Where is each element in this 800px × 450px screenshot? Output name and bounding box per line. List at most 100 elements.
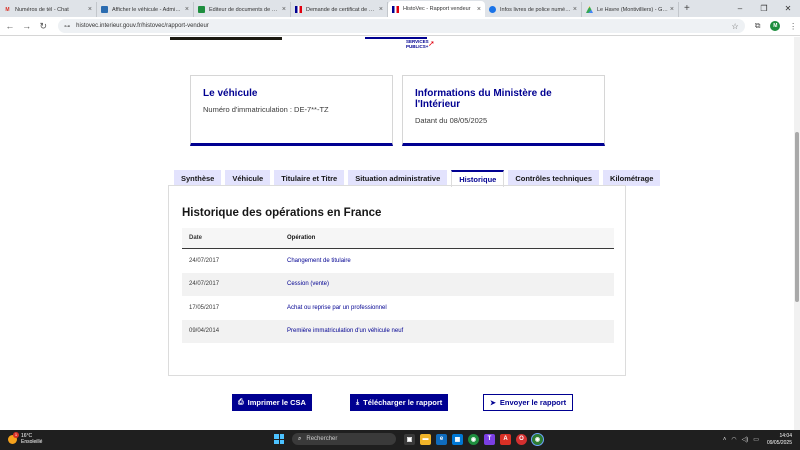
clock[interactable]: 14:04 09/05/2025 xyxy=(767,433,792,446)
close-window-button[interactable]: ✕ xyxy=(776,0,800,17)
windows-start-icon[interactable] xyxy=(274,434,284,444)
chrome-active-icon[interactable]: ◉ xyxy=(531,432,544,446)
close-tab-icon[interactable]: × xyxy=(573,6,577,13)
row-date: 24/07/2017 xyxy=(189,257,220,264)
send-report-label: Envoyer le rapport xyxy=(499,398,567,407)
task-view-icon[interactable]: ▣ xyxy=(404,433,415,445)
browser-tab-title: HistoVec - Rapport vendeur xyxy=(403,6,471,12)
opera-icon[interactable]: O xyxy=(516,433,527,445)
scrollbar-thumb[interactable] xyxy=(795,132,799,302)
column-header-date: Date xyxy=(189,235,203,241)
wifi-icon[interactable]: ◠ xyxy=(731,436,736,443)
extensions-icon[interactable]: ⧉ xyxy=(751,21,765,31)
close-tab-icon[interactable]: × xyxy=(379,6,383,13)
acrobat-icon[interactable]: A xyxy=(500,433,511,445)
french-flag-icon xyxy=(295,6,302,13)
weather-widget[interactable]: 1 16°C Ensoleillé xyxy=(8,431,43,445)
gmail-icon: M xyxy=(5,6,10,13)
maximize-button[interactable]: ❐ xyxy=(752,0,776,17)
search-icon: ⌕ xyxy=(298,435,302,442)
history-title: Historique des opérations en France xyxy=(182,207,382,219)
browser-tab-chat[interactable]: M Numéros de tél - Chat × xyxy=(0,2,97,17)
tab-situation-administrative[interactable]: Situation administrative xyxy=(348,170,448,186)
site-info-icon[interactable]: ⊶ xyxy=(64,23,70,30)
taskbar-search-placeholder: Rechercher xyxy=(306,436,338,442)
report-tabs: Synthèse Véhicule Titulaire et Titre Sit… xyxy=(174,170,664,187)
tab-synthese[interactable]: Synthèse xyxy=(174,170,222,186)
page-content: SERVICES PUBLICS+ ➚ Le véhicule Numéro d… xyxy=(0,37,794,430)
reload-icon[interactable]: ↻ xyxy=(36,21,50,32)
send-report-button[interactable]: ➤ Envoyer le rapport xyxy=(483,394,574,411)
drive-icon xyxy=(586,6,593,13)
browser-toolbar: ← → ↻ ⊶ histovec.interieur.gouv.fr/histo… xyxy=(0,17,800,36)
browser-tab-title: Le Havre (Montivilliers) - Goog xyxy=(597,6,668,13)
close-tab-icon[interactable]: × xyxy=(185,6,189,13)
printer-icon: ⎙ xyxy=(238,398,244,406)
bookmark-star-icon[interactable]: ☆ xyxy=(732,22,739,31)
url-text[interactable]: histovec.interieur.gouv.fr/histovec/rapp… xyxy=(76,23,731,29)
weather-description: Ensoleillé xyxy=(21,439,43,445)
marianne-logo-fragment xyxy=(170,37,282,40)
page-scrollbar[interactable] xyxy=(794,37,800,430)
minimize-button[interactable]: – xyxy=(728,0,752,17)
teams-icon[interactable]: T xyxy=(484,433,495,445)
taskbar-search[interactable]: ⌕ Rechercher xyxy=(292,433,396,445)
close-tab-icon[interactable]: × xyxy=(477,6,481,13)
browser-tab-admin[interactable]: Afficher le véhicule - Admin Co × xyxy=(97,2,194,17)
new-tab-button[interactable]: + xyxy=(679,2,695,17)
chevron-up-icon[interactable]: ˄ xyxy=(723,437,727,443)
browser-tab-title: Infos livres de police numériqu xyxy=(500,6,571,13)
browser-tab-livres[interactable]: Infos livres de police numériqu × xyxy=(485,2,582,17)
store-icon[interactable]: ▦ xyxy=(452,433,463,445)
close-tab-icon[interactable]: × xyxy=(282,6,286,13)
ministry-date: Datant du 08/05/2025 xyxy=(415,116,488,125)
file-explorer-icon[interactable]: ▬ xyxy=(420,433,431,445)
print-csa-label: Imprimer le CSA xyxy=(247,398,306,407)
tab-vehicule[interactable]: Véhicule xyxy=(225,170,271,186)
battery-icon[interactable]: ▭ xyxy=(753,436,759,443)
download-report-button[interactable]: ⤓ Télécharger le rapport xyxy=(350,394,449,411)
tab-controles-techniques[interactable]: Contrôles techniques xyxy=(508,170,600,186)
browser-tab-editor[interactable]: Editeur de documents de vach × xyxy=(194,2,291,17)
browser-tab-lehavre[interactable]: Le Havre (Montivilliers) - Goog × xyxy=(582,2,679,17)
window-controls: – ❐ ✕ xyxy=(728,0,800,17)
row-operation: Achat ou reprise par un professionnel xyxy=(287,304,387,311)
row-date: 09/04/2014 xyxy=(189,328,220,335)
row-date: 24/07/2017 xyxy=(189,281,220,288)
forward-icon[interactable]: → xyxy=(20,21,34,31)
table-row: 24/07/2017 Cession (vente) xyxy=(182,272,614,296)
download-icon: ⤓ xyxy=(356,398,360,406)
browser-menu-icon[interactable]: ⋮ xyxy=(786,22,800,31)
chrome-icon[interactable]: ◉ xyxy=(468,433,479,445)
row-date: 17/05/2017 xyxy=(189,304,220,311)
table-row: 24/07/2017 Changement de titulaire xyxy=(182,249,614,273)
browser-tab-certificat[interactable]: Demande de certificat de situ × xyxy=(291,2,388,17)
browser-tab-title: Editeur de documents de vach xyxy=(209,6,280,13)
edge-icon[interactable]: e xyxy=(436,433,447,445)
system-tray: ˄ ◠ ◁) ▭ 14:04 09/05/2025 xyxy=(718,433,792,446)
download-report-label: Télécharger le rapport xyxy=(363,398,443,407)
browser-tab-strip: M Numéros de tél - Chat × Afficher le vé… xyxy=(0,0,800,17)
close-tab-icon[interactable]: × xyxy=(88,6,92,13)
vehicle-registration: Numéro d'immatriculation : DE-7**-TZ xyxy=(203,105,329,114)
history-table: Date Opération 24/07/2017 Changement de … xyxy=(182,228,614,343)
profile-avatar[interactable]: M xyxy=(770,21,781,31)
back-icon[interactable]: ← xyxy=(3,21,17,31)
info-icon xyxy=(489,6,496,13)
browser-tab-title: Afficher le véhicule - Admin Co xyxy=(112,6,183,13)
table-row: 17/05/2017 Achat ou reprise par un profe… xyxy=(182,296,614,320)
close-tab-icon[interactable]: × xyxy=(670,6,674,13)
windows-taskbar: 1 16°C Ensoleillé ⌕ Rechercher ▣ ▬ e ▦ ◉… xyxy=(0,430,800,450)
print-csa-button[interactable]: ⎙ Imprimer le CSA xyxy=(232,394,312,411)
french-flag-icon xyxy=(392,5,399,13)
admin-icon xyxy=(101,6,108,13)
tab-kilometrage[interactable]: Kilométrage xyxy=(603,170,661,186)
volume-icon[interactable]: ◁) xyxy=(742,436,749,443)
address-bar[interactable]: ⊶ histovec.interieur.gouv.fr/histovec/ra… xyxy=(58,19,745,33)
browser-tab-title: Numéros de tél - Chat xyxy=(15,6,69,13)
browser-tab-histovec[interactable]: HistoVec - Rapport vendeur × xyxy=(388,1,485,17)
browser-tab-title: Demande de certificat de situ xyxy=(306,6,377,13)
tab-titulaire[interactable]: Titulaire et Titre xyxy=(274,170,345,186)
services-publics-plus-icon: ➚ xyxy=(428,39,435,48)
sun-icon: 1 xyxy=(8,431,19,444)
